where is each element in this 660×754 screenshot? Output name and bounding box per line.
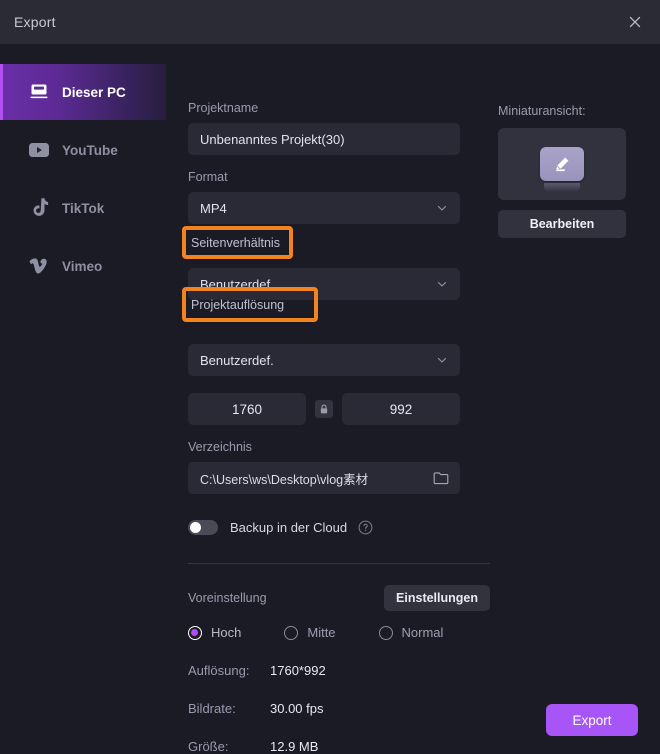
window-title: Export <box>14 14 56 30</box>
section-divider <box>188 563 490 564</box>
info-value: 30.00 fps <box>270 701 324 716</box>
info-key: Bildrate: <box>188 701 236 716</box>
format-select[interactable]: MP4 <box>188 192 460 224</box>
info-value: 1760*992 <box>270 663 326 678</box>
sidebar-item-vimeo[interactable]: Vimeo <box>0 238 166 294</box>
monitor-icon <box>28 81 50 103</box>
preset-label: Voreinstellung <box>188 591 267 605</box>
radio-indicator <box>284 625 299 640</box>
cloud-backup-label: Backup in der Cloud <box>230 520 348 535</box>
dialog-body: Dieser PC YouTube TikTok Vimeo Projektna… <box>0 44 660 754</box>
radio-label: Normal <box>401 625 444 640</box>
radio-indicator <box>378 625 393 640</box>
export-settings-form: Projektname Unbenanntes Projekt(30) Form… <box>166 44 490 754</box>
cloud-backup-toggle[interactable] <box>188 520 218 535</box>
thumbnail-label: Miniaturansicht: <box>498 104 586 118</box>
width-input[interactable]: 1760 <box>188 393 306 425</box>
info-row-size: Größe: 12.9 MB <box>188 739 490 754</box>
project-resolution-label-slot <box>188 314 490 337</box>
folder-icon <box>433 472 449 485</box>
project-name-input[interactable]: Unbenanntes Projekt(30) <box>188 123 460 155</box>
info-key: Größe: <box>188 739 229 754</box>
project-resolution-value: Benutzerdef. <box>200 352 274 368</box>
width-value: 1760 <box>231 401 263 417</box>
aspect-ratio-value: Benutzerdef. <box>200 276 274 292</box>
directory-label: Verzeichnis <box>188 440 252 454</box>
sidebar-item-youtube[interactable]: YouTube <box>0 122 166 178</box>
sidebar-item-label: YouTube <box>62 142 118 158</box>
edit-thumbnail-button[interactable]: Bearbeiten <box>498 210 626 238</box>
edit-thumbnail-label: Bearbeiten <box>529 217 595 231</box>
height-input[interactable]: 992 <box>342 393 460 425</box>
sidebar-item-tiktok[interactable]: TikTok <box>0 180 166 236</box>
project-name-label: Projektname <box>188 101 259 115</box>
toggle-knob <box>190 522 201 533</box>
tiktok-icon <box>28 197 50 219</box>
chevron-down-icon <box>437 281 447 287</box>
aspect-ratio-select[interactable]: Benutzerdef. <box>188 268 460 300</box>
export-dialog: Export Dieser PC YouTube TikTok Vimeo Pr… <box>0 0 660 754</box>
project-resolution-select[interactable]: Benutzerdef. <box>188 344 460 376</box>
directory-input[interactable]: C:\Users\ws\Desktop\vlog素材 <box>188 462 460 494</box>
project-name-value: Unbenanntes Projekt(30) <box>200 131 345 147</box>
sidebar-item-label: Dieser PC <box>62 84 126 100</box>
quality-radio-group: Hoch Mitte Normal <box>188 625 490 640</box>
format-value: MP4 <box>200 200 227 216</box>
sidebar-item-dieser-pc[interactable]: Dieser PC <box>0 64 166 120</box>
radio-label: Hoch <box>211 625 242 640</box>
radio-normal[interactable]: Normal <box>378 625 444 640</box>
question-mark-icon[interactable] <box>358 520 373 535</box>
cloud-backup-row: Backup in der Cloud <box>188 520 490 535</box>
radio-label: Mitte <box>307 625 336 640</box>
close-icon <box>629 16 641 28</box>
aspect-lock-wrap <box>306 400 342 418</box>
info-row-framerate: Bildrate: 30.00 fps <box>188 701 490 716</box>
destination-sidebar: Dieser PC YouTube TikTok Vimeo <box>0 44 166 754</box>
info-row-resolution: Auflösung: 1760*992 <box>188 663 490 678</box>
chevron-down-icon <box>437 205 447 211</box>
settings-button[interactable]: Einstellungen <box>384 585 490 611</box>
thumbnail-preview[interactable] <box>498 128 626 200</box>
info-key: Auflösung: <box>188 663 250 678</box>
aspect-lock-button[interactable] <box>315 400 333 418</box>
chevron-down-icon <box>437 357 447 363</box>
sidebar-item-label: Vimeo <box>62 258 103 274</box>
vimeo-icon <box>28 255 50 277</box>
format-label: Format <box>188 170 228 184</box>
info-value: 12.9 MB <box>270 739 319 754</box>
pencil-edit-icon <box>540 147 584 192</box>
radio-hoch[interactable]: Hoch <box>188 625 241 640</box>
close-button[interactable] <box>618 6 652 38</box>
thumbnail-panel: Miniaturansicht: Bearbeiten <box>490 44 660 754</box>
sidebar-item-label: TikTok <box>62 200 105 216</box>
dimensions-row: 1760 992 <box>188 393 460 425</box>
export-button[interactable]: Export <box>546 704 638 736</box>
preset-row: Voreinstellung Einstellungen <box>188 585 490 611</box>
aspect-ratio-label-slot <box>188 238 490 261</box>
directory-value: C:\Users\ws\Desktop\vlog素材 <box>200 472 369 487</box>
youtube-icon <box>28 139 50 161</box>
folder-browse-button[interactable] <box>432 469 450 487</box>
height-value: 992 <box>389 401 413 417</box>
lock-icon <box>320 404 328 413</box>
radio-indicator <box>188 625 202 640</box>
title-bar: Export <box>0 0 660 44</box>
radio-mitte[interactable]: Mitte <box>284 625 336 640</box>
